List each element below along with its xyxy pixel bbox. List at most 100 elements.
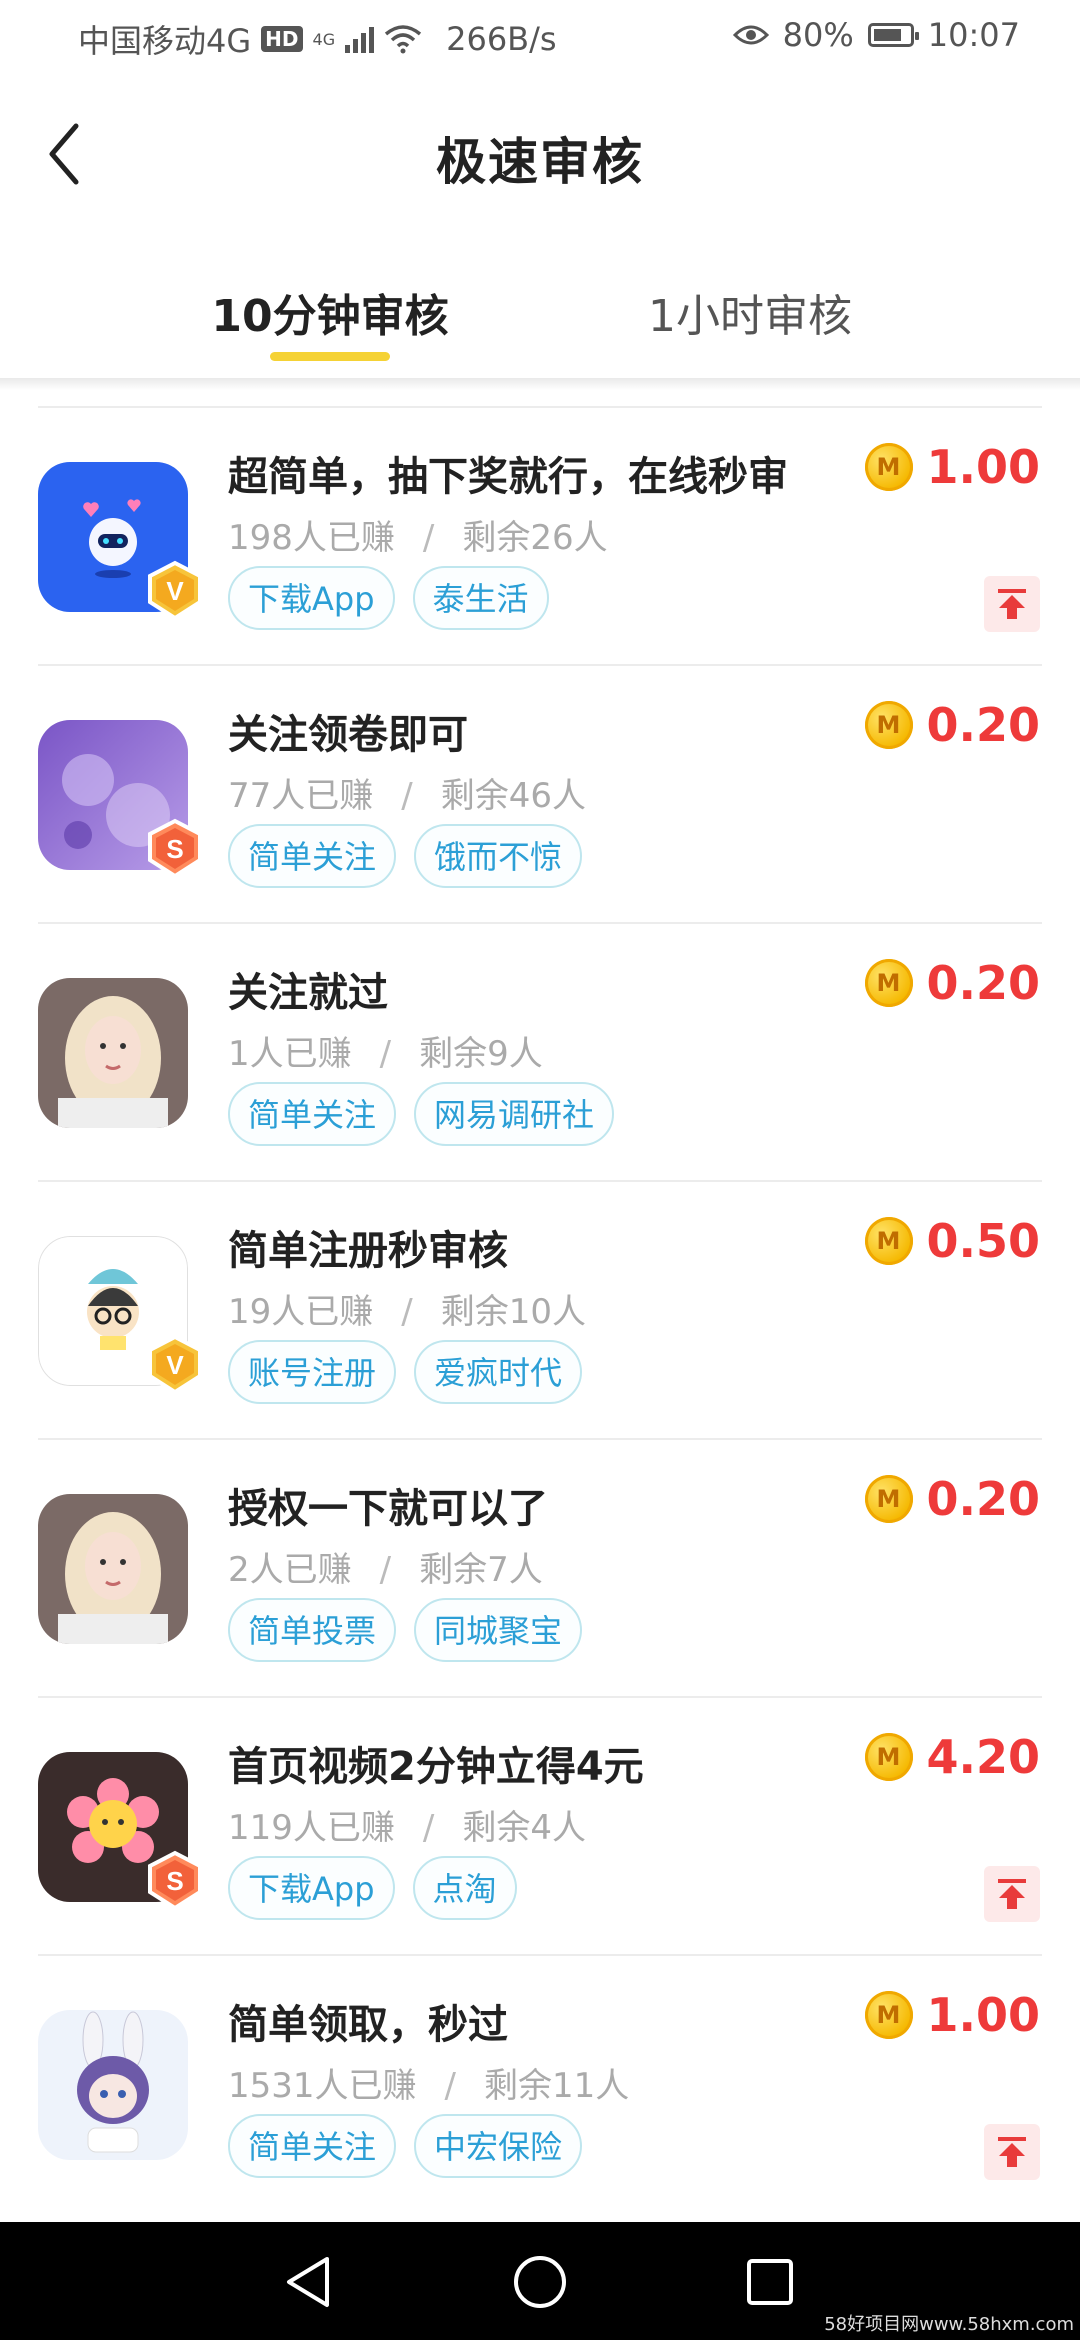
pin-top-button[interactable] xyxy=(984,576,1040,632)
task-avatar-wrap xyxy=(38,1494,188,1644)
task-item[interactable]: 授权一下就可以了 2人已赚 / 剩余7人 简单投票 同城聚宝 M 0.20 xyxy=(0,1438,1080,1696)
square-recents-icon xyxy=(747,2259,793,2305)
task-tags: 下载App 泰生活 xyxy=(228,566,549,630)
network-type: 4G xyxy=(312,29,336,49)
task-reward: M 1.00 xyxy=(864,1988,1041,2042)
task-title: 首页视频2分钟立得4元 xyxy=(228,1744,644,1790)
earned-count: 198人已赚 xyxy=(228,518,395,558)
tab-10min-review[interactable]: 10分钟审核 xyxy=(150,280,510,344)
divider xyxy=(38,1696,1042,1698)
task-tags: 简单投票 同城聚宝 xyxy=(228,1598,583,1662)
task-tag: 下载App xyxy=(228,566,395,630)
stats-separator: / xyxy=(422,1808,435,1848)
remaining-count: 剩余9人 xyxy=(419,1034,543,1074)
coin-icon: M xyxy=(864,1991,913,2039)
remaining-count: 剩余11人 xyxy=(484,2066,630,2106)
nav-recents-button[interactable] xyxy=(740,2252,800,2312)
task-reward: M 0.50 xyxy=(864,1214,1040,1268)
task-item[interactable]: V 超简单，抽下奖就行，在线秒审 198人已赚 / 剩余26人下载App 泰生活 M 1.00 xyxy=(0,406,1080,664)
task-item[interactable]: V 简单注册秒审核 19人已赚 / 剩余10人 账号注册 爱疯时代 M 0.50 xyxy=(0,1180,1080,1438)
task-item[interactable]: S 首页视频2分钟立得4元 119人已赚 / 剩余4人 下载App 点淘 M 4.20 xyxy=(0,1696,1080,1954)
task-title: 关注领卷即可 xyxy=(228,712,468,758)
wifi-icon xyxy=(384,25,422,54)
earned-count: 119人已赚 xyxy=(228,1808,395,1848)
earned-count: 77人已赚 xyxy=(228,776,374,816)
triangle-back-icon xyxy=(287,2257,329,2307)
tab-divider xyxy=(0,378,1080,390)
remaining-count: 剩余4人 xyxy=(462,1808,587,1848)
remaining-count: 剩余46人 xyxy=(440,776,586,816)
task-reward: M 1.00 xyxy=(864,440,1040,494)
task-list: V 超简单，抽下奖就行，在线秒审 198人已赚 / 剩余26人 下载App 泰生活 M 1.00… xyxy=(0,406,1080,2212)
stats-separator: / xyxy=(401,1292,413,1332)
task-title: 超简单，抽下奖就行，在线秒审 xyxy=(228,454,788,500)
reward-amount: 1.00 xyxy=(926,1988,1041,2042)
earned-count: 1人已赚 xyxy=(228,1034,352,1074)
remaining-count: 剩余10人 xyxy=(440,1292,586,1332)
svg-text:V: V xyxy=(166,576,184,606)
svg-text:V: V xyxy=(166,1350,184,1380)
watermark-text: 58好项目网www.58hxm.com xyxy=(824,2314,1074,2335)
pin-top-button[interactable] xyxy=(984,1866,1040,1922)
reward-amount: 0.20 xyxy=(926,956,1041,1010)
task-tags: 账号注册 爱疯时代 xyxy=(228,1340,583,1404)
task-avatar-wrap: V xyxy=(38,462,202,621)
circle-home-icon xyxy=(514,2256,566,2308)
tab-bar: 10分钟审核 1小时审核 xyxy=(0,250,1080,380)
task-avatar-wrap: S xyxy=(38,720,202,879)
nav-back-button[interactable] xyxy=(278,2252,338,2312)
page-title: 极速审核 xyxy=(436,133,644,191)
divider xyxy=(38,406,1042,408)
clock: 10:07 xyxy=(927,16,1020,54)
task-item[interactable]: 简单领取，秒过 1531人已赚 / 剩余11人 简单关注 中宏保险 M 1.00 xyxy=(0,1954,1080,2212)
coin-icon: M xyxy=(864,1217,913,1265)
reward-amount: 4.20 xyxy=(926,1730,1041,1784)
task-tags: 简单关注 饿而不惊 xyxy=(228,824,583,888)
task-avatar xyxy=(38,1494,188,1644)
svg-text:S: S xyxy=(166,834,183,864)
pin-top-button[interactable] xyxy=(984,2124,1040,2180)
status-bar: 中国移动4G HD 4G 266B/s 80% 10:07 xyxy=(0,0,1080,72)
task-tag: 简单关注 xyxy=(228,824,397,888)
battery-icon xyxy=(867,23,919,47)
divider xyxy=(38,1438,1042,1440)
svg-text:S: S xyxy=(166,1866,183,1896)
divider xyxy=(38,922,1042,924)
task-tag: 账号注册 xyxy=(228,1340,397,1404)
task-stats: 19人已赚 / 剩余10人 xyxy=(228,1284,586,1333)
active-tab-indicator xyxy=(270,352,390,361)
signal-icon xyxy=(345,25,375,53)
arrow-up-icon xyxy=(998,589,1026,619)
stats-separator: / xyxy=(444,2066,456,2106)
super-badge-icon: S xyxy=(144,818,206,880)
divider xyxy=(38,1954,1042,1956)
earned-count: 2人已赚 xyxy=(228,1550,352,1590)
coin-icon: M xyxy=(864,1733,913,1781)
task-reward: M 0.20 xyxy=(864,1472,1041,1526)
task-item[interactable]: 关注就过 1人已赚 / 剩余9人 简单关注 网易调研社 M 0.20 xyxy=(0,922,1080,1180)
hd-badge: HD xyxy=(261,26,303,52)
task-stats: 198人已赚 / 剩余26人 xyxy=(228,510,608,559)
task-stats: 1人已赚 / 剩余9人 xyxy=(228,1026,543,1075)
task-avatar-wrap: S xyxy=(38,1752,202,1911)
stats-separator: / xyxy=(379,1034,392,1074)
tab-1hour-review[interactable]: 1小时审核 xyxy=(600,280,900,344)
task-tag: 泰生活 xyxy=(412,566,549,630)
task-tags: 简单关注 中宏保险 xyxy=(228,2114,583,2178)
title-bar: 极速审核 xyxy=(0,100,1080,210)
task-stats: 77人已赚 / 剩余46人 xyxy=(228,768,586,817)
task-item[interactable]: S 关注领卷即可 77人已赚 / 剩余46人 简单关注 饿而不惊 M 0.20 xyxy=(0,664,1080,922)
task-tag: 简单投票 xyxy=(228,1598,397,1662)
earned-count: 1531人已赚 xyxy=(228,2066,417,2106)
task-tag: 饿而不惊 xyxy=(414,824,583,888)
coin-icon: M xyxy=(864,959,913,1007)
task-avatar-wrap: V xyxy=(38,1236,202,1395)
network-speed: 266B/s xyxy=(446,20,557,58)
remaining-count: 剩余7人 xyxy=(419,1550,543,1590)
remaining-count: 剩余26人 xyxy=(462,518,608,558)
arrow-up-icon xyxy=(998,1879,1026,1909)
nav-home-button[interactable] xyxy=(510,2252,570,2312)
task-stats: 1531人已赚 / 剩余11人 xyxy=(228,2058,629,2107)
task-title: 简单注册秒审核 xyxy=(228,1228,508,1274)
reward-amount: 0.20 xyxy=(926,1472,1041,1526)
